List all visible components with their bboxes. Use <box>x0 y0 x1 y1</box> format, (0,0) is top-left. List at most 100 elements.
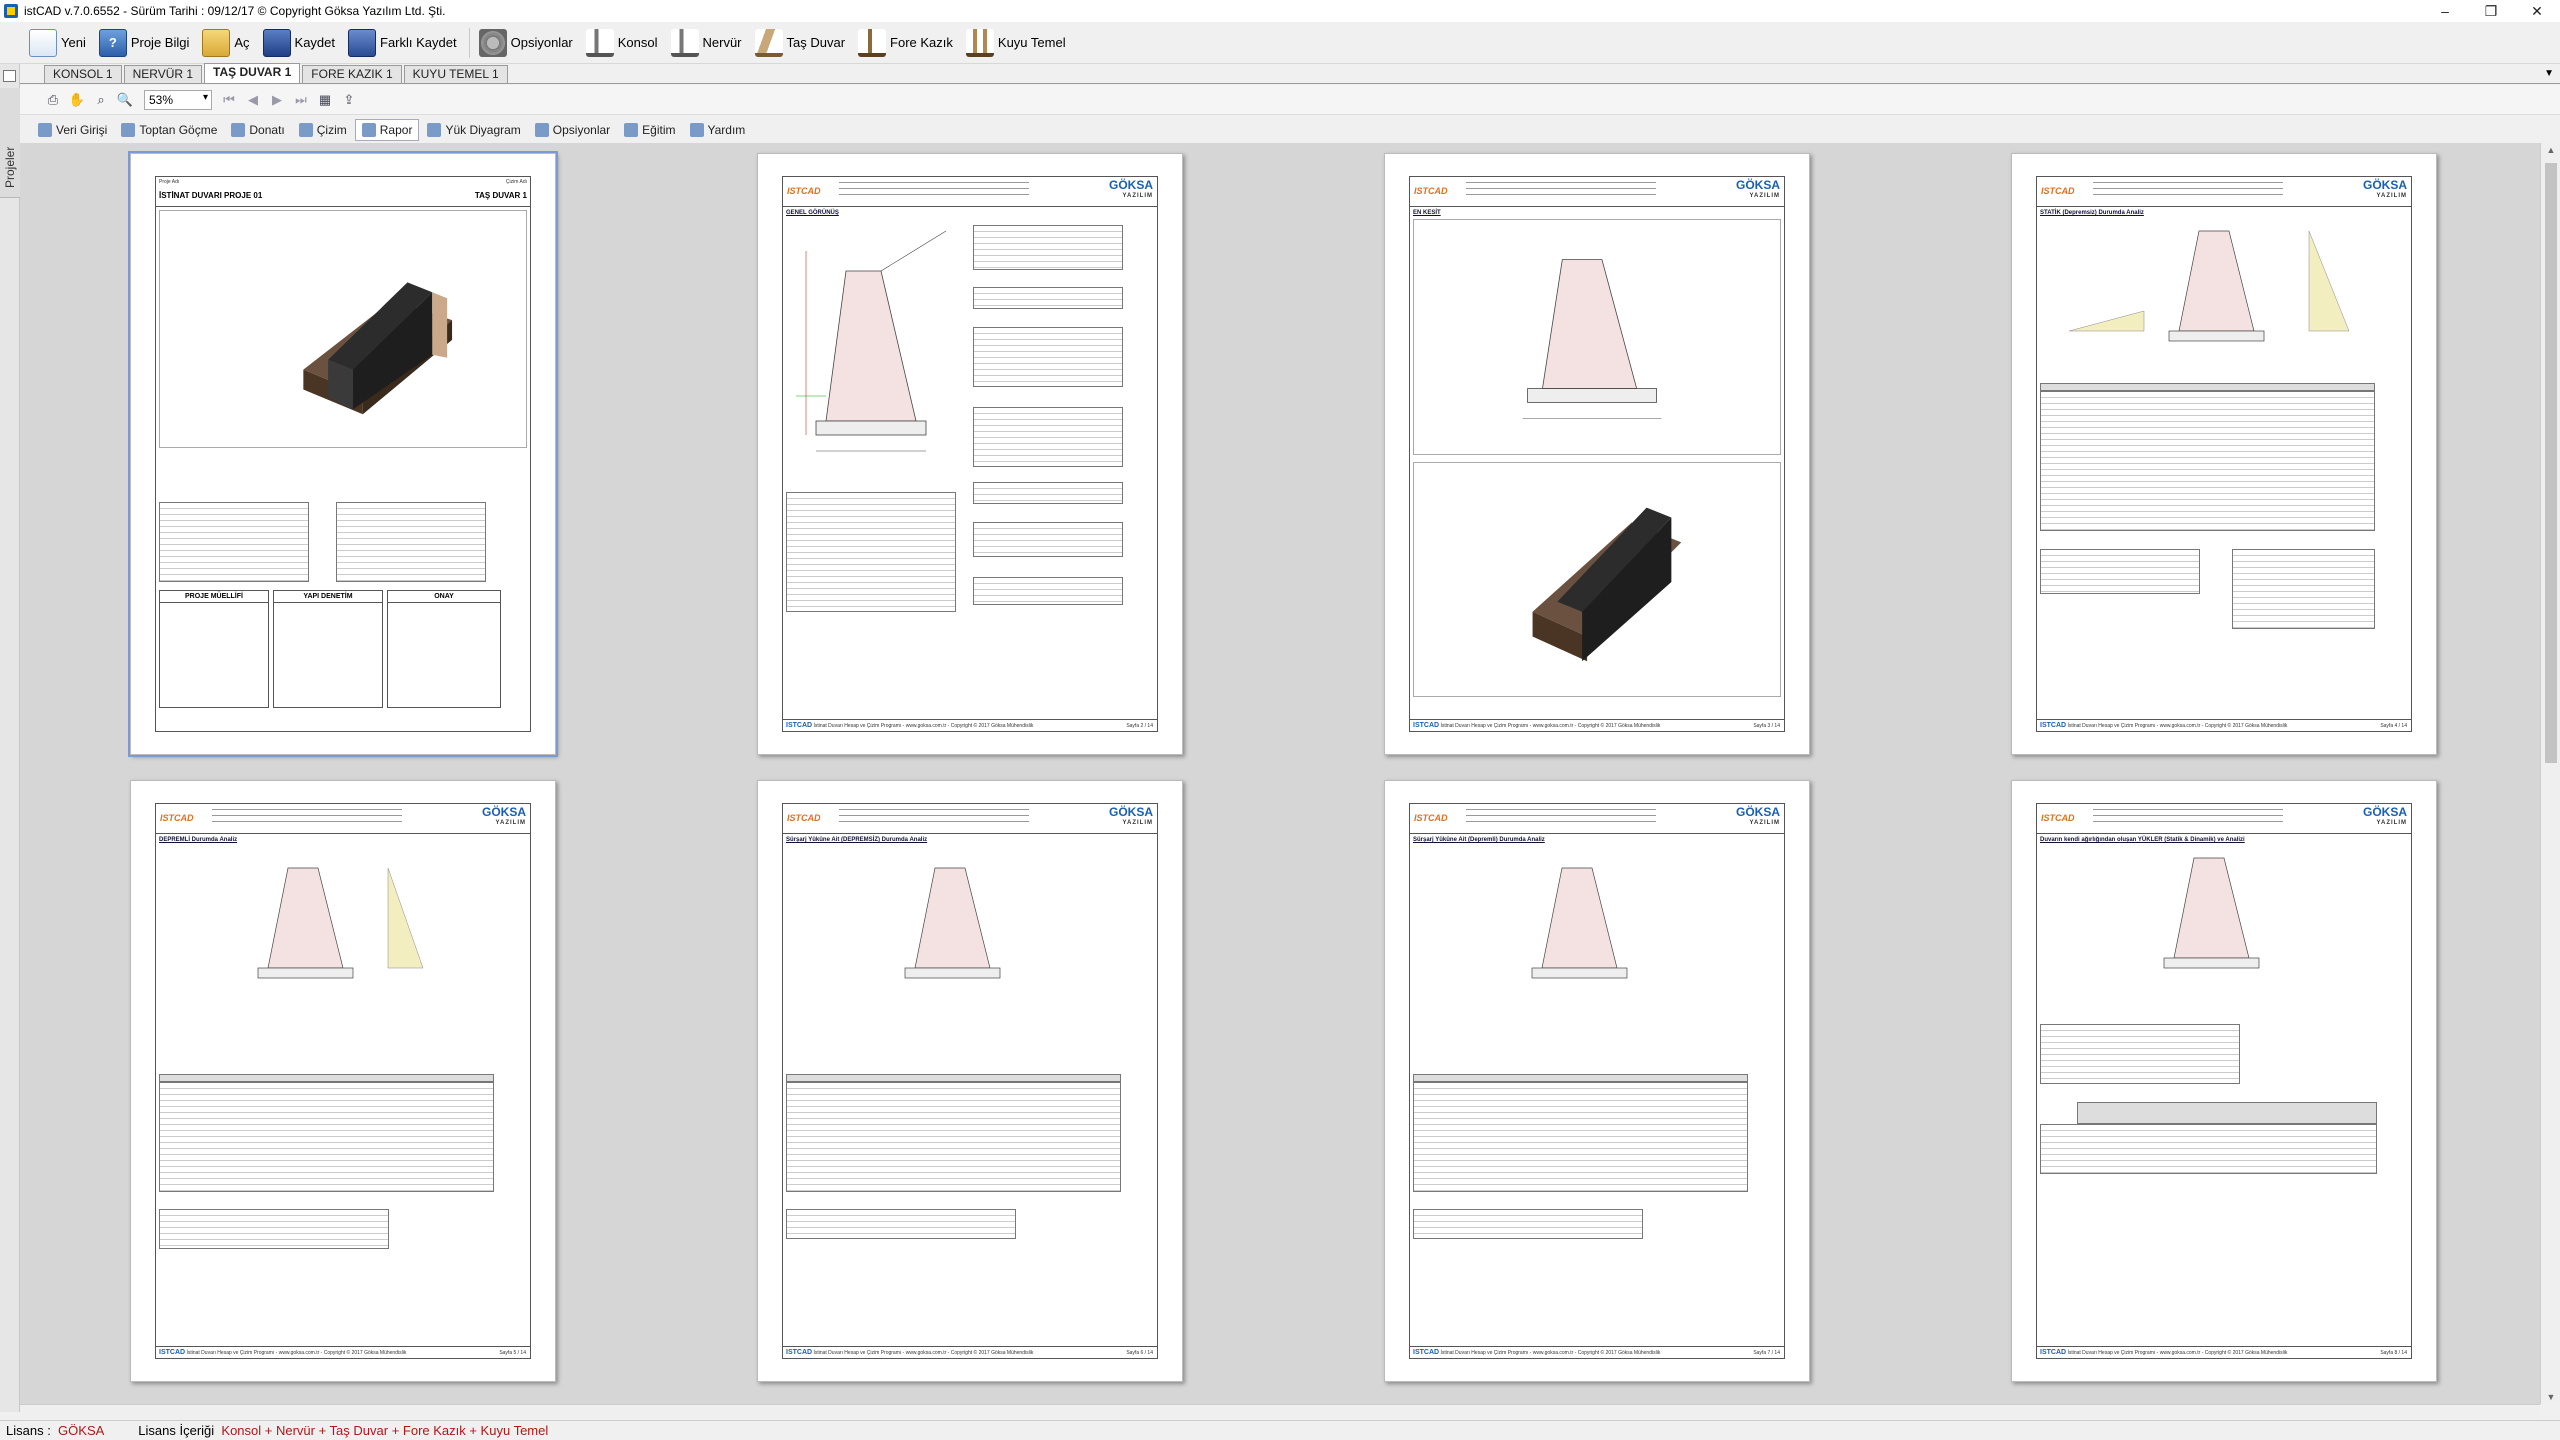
report-page[interactable]: ISTCAD GÖKSA YAZILIM DEPREMLİ Durumda Ana… <box>130 780 556 1382</box>
well-foundation-label: Kuyu Temel <box>997 35 1066 50</box>
report-page[interactable]: ISTCAD GÖKSA YAZILIM Sürşarj Yüküne Ait (… <box>757 780 1183 1382</box>
bored-pile-button[interactable]: Fore Kazık <box>853 25 958 61</box>
header-info <box>1466 182 1656 200</box>
tab-options[interactable]: Opsiyonlar <box>529 119 616 141</box>
tab-training[interactable]: Eğitim <box>618 119 681 141</box>
title-bar: istCAD v.7.0.6552 - Sürüm Tarihi : 09/12… <box>0 0 2560 22</box>
zoom-out-icon[interactable]: 🔍 <box>114 89 136 111</box>
pin-icon[interactable] <box>3 70 16 82</box>
goksa-logo-text: GÖKSA <box>2362 178 2407 192</box>
page-header: ISTCAD GÖKSA YAZILIM <box>156 804 530 834</box>
cover-header: Proje Adı Çizim Adı İSTİNAT DUVARI PROJE… <box>156 177 530 207</box>
tab-reinforcement[interactable]: Donatı <box>225 119 290 141</box>
page-layout-icon[interactable]: ▦ <box>314 89 336 111</box>
stone-wall-table <box>973 327 1123 387</box>
sign-box-author: PROJE MÜELLİFİ <box>159 590 269 708</box>
project-info-button[interactable]: ? Proje Bilgi <box>94 25 195 61</box>
minimize-button[interactable]: – <box>2422 0 2468 22</box>
page-header: ISTCAD GÖKSA YAZILIM <box>783 177 1157 207</box>
tab-load-diagram[interactable]: Yük Diyagram <box>421 119 526 141</box>
license-content-label: Lisans İçeriği <box>138 1423 215 1438</box>
moments-table <box>159 1209 389 1249</box>
report-page-cover[interactable]: Proje Adı Çizim Adı İSTİNAT DUVARI PROJE… <box>128 151 558 757</box>
goksa-logo: GÖKSA YAZILIM <box>2362 178 2407 202</box>
new-button[interactable]: Yeni <box>24 25 91 61</box>
tab-data-input[interactable]: Veri Girişi <box>32 119 113 141</box>
scroll-up-icon[interactable]: ▲ <box>2541 145 2560 155</box>
bored-pile-icon <box>858 28 887 57</box>
header-info <box>839 809 1029 827</box>
help-icon <box>689 123 704 137</box>
page-frame: ISTCAD GÖKSA YAZILIM STATİK (Depremsiz) D… <box>2036 176 2412 732</box>
zoom-select[interactable]: 53% <box>144 89 212 110</box>
stone-wall-icon <box>754 28 783 57</box>
open-folder-icon <box>202 28 231 57</box>
report-preview-area[interactable]: Proje Adı Çizim Adı İSTİNAT DUVARI PROJE… <box>20 143 2540 1404</box>
save-button[interactable]: Kaydet <box>258 25 340 61</box>
surcharge-results-table <box>786 1082 1121 1192</box>
page-number: Sayfa 8 / 14 <box>2380 1350 2407 1356</box>
stone-wall-label: Taş Duvar <box>786 35 846 50</box>
next-page-icon[interactable]: ▶ <box>266 89 288 111</box>
tab-konsol-1[interactable]: KONSOL 1 <box>44 65 122 83</box>
stone-wall-button[interactable]: Taş Duvar <box>750 25 851 61</box>
page-footer: ISTCAD İstinat Duvarı Hesap ve Çizim Pro… <box>1410 719 1784 731</box>
zoom-fit-icon[interactable]: ⌕ <box>90 89 112 111</box>
tab-nervur-1[interactable]: NERVÜR 1 <box>123 65 203 83</box>
export-icon[interactable]: ⇪ <box>338 89 360 111</box>
close-button[interactable]: ✕ <box>2514 0 2560 22</box>
scroll-down-icon[interactable]: ▼ <box>2541 1392 2560 1402</box>
tab-global-failure[interactable]: Toptan Göçme <box>115 119 223 141</box>
options-button[interactable]: Opsiyonlar <box>474 25 578 61</box>
sign-box-inspection-label: YAPI DENETİM <box>274 591 382 603</box>
cover-subtitle: TAŞ DUVAR 1 <box>474 191 527 200</box>
report-icon <box>361 123 376 137</box>
report-page[interactable]: ISTCAD GÖKSA YAZILIM EN KESİT ISTCAD İst… <box>1384 153 1810 755</box>
tabs-dropdown-icon[interactable]: ▼ <box>2544 68 2554 79</box>
stone-geometry-table <box>973 287 1123 309</box>
window-title: istCAD v.7.0.6552 - Sürüm Tarihi : 09/12… <box>24 4 446 18</box>
page-frame: ISTCAD GÖKSA YAZILIM Duvarın kendi ağırlı… <box>2036 803 2412 1359</box>
horizontal-scrollbar[interactable] <box>20 1404 2540 1420</box>
last-page-icon[interactable]: ⏭ <box>290 89 312 111</box>
projects-tab[interactable]: Projeler <box>0 88 20 198</box>
results-table-header <box>2040 383 2375 391</box>
counterfort-button[interactable]: Nervür <box>666 25 747 61</box>
tab-tas-duvar-1[interactable]: TAŞ DUVAR 1 <box>204 63 301 83</box>
counterfort-wall-icon <box>670 28 699 57</box>
first-page-icon[interactable]: ⏮ <box>218 89 240 111</box>
tab-help[interactable]: Yardım <box>684 119 752 141</box>
page-header: ISTCAD GÖKSA YAZILIM <box>1410 804 1784 834</box>
page-frame: ISTCAD GÖKSA YAZILIM Sürşarj Yüküne Ait (… <box>1409 803 1785 1359</box>
page-frame: ISTCAD GÖKSA YAZILIM DEPREMLİ Durumda Ana… <box>155 803 531 1359</box>
cantilever-button[interactable]: Konsol <box>581 25 663 61</box>
tab-drawing[interactable]: Çizim <box>293 119 353 141</box>
report-page[interactable]: ISTCAD GÖKSA YAZILIM GENEL GÖRÜNÜŞ ISTCA… <box>757 153 1183 755</box>
tab-fore-kazik-1[interactable]: FORE KAZIK 1 <box>302 65 402 83</box>
report-page[interactable]: ISTCAD GÖKSA YAZILIM Duvarın kendi ağırlı… <box>2011 780 2437 1382</box>
open-button[interactable]: Aç <box>197 25 254 61</box>
license-label: Lisans : <box>6 1423 51 1438</box>
tab-report[interactable]: Rapor <box>354 119 420 141</box>
report-page[interactable]: ISTCAD GÖKSA YAZILIM Sürşarj Yüküne Ait (… <box>1384 780 1810 1382</box>
tab-kuyu-temel-1[interactable]: KUYU TEMEL 1 <box>403 65 508 83</box>
pan-hand-icon[interactable]: ✋ <box>66 89 88 111</box>
header-info <box>212 809 402 827</box>
goksa-logo-sub: YAZILIM <box>2376 820 2407 826</box>
vertical-scrollbar[interactable]: ▲ ▼ <box>2540 143 2560 1404</box>
save-as-button[interactable]: Farklı Kaydet <box>343 25 462 61</box>
well-foundation-button[interactable]: Kuyu Temel <box>961 25 1071 61</box>
page-section-title: GENEL GÖRÜNÜŞ <box>786 210 839 216</box>
print-icon[interactable]: ⎙ <box>42 89 64 111</box>
page-section-title: STATİK (Depremsiz) Durumda Analiz <box>2040 210 2144 216</box>
options-label: Opsiyonlar <box>510 35 573 50</box>
static-analysis-drawing <box>2040 221 2408 371</box>
scroll-thumb[interactable] <box>2545 163 2557 763</box>
app-window: istCAD v.7.0.6552 - Sürüm Tarihi : 09/12… <box>0 0 2560 1440</box>
prev-page-icon[interactable]: ◀ <box>242 89 264 111</box>
maximize-button[interactable]: ❐ <box>2468 0 2514 22</box>
goksa-logo-text: GÖKSA <box>1735 805 1780 819</box>
well-foundation-icon <box>965 28 994 57</box>
report-page[interactable]: ISTCAD GÖKSA YAZILIM STATİK (Depremsiz) D… <box>2011 153 2437 755</box>
document-tabs: KONSOL 1 NERVÜR 1 TAŞ DUVAR 1 FORE KAZIK… <box>20 63 2560 84</box>
